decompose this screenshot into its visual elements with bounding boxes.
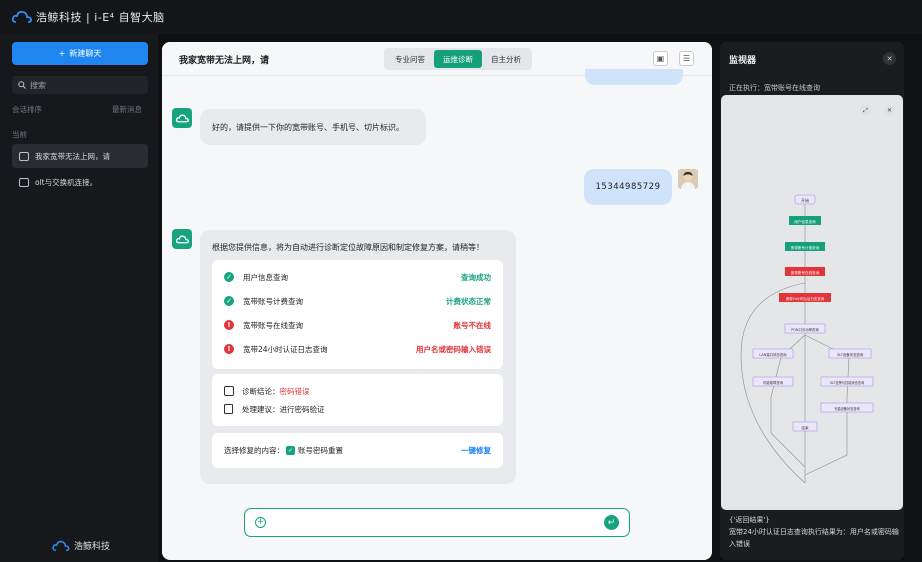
tab-professional-qa[interactable]: 专业问答: [386, 50, 434, 68]
result-text: 宽带24小时认证日志查询执行结果为：用户名或密码输入错误: [729, 528, 899, 548]
bot-avatar: [172, 229, 192, 249]
diagnosis-intro: 根据您提供信息，将为自动进行诊断定位故障原因和制定修复方案，请稍等！: [212, 243, 484, 252]
flow-node-label: PON口光功率查询: [791, 327, 819, 332]
bot-message: 好的，请提供一下你的宽带账号、手机号、切片标识。: [200, 109, 426, 145]
message-input[interactable]: + ↵: [244, 508, 630, 537]
chat-bubble-icon: [19, 177, 29, 187]
check-row: ✓ 用户信息查询 查询成功: [224, 270, 491, 284]
workflow-diagram: 开始 用户信息查询 宽带账号计费查询 宽带账号在线查询 宽带24小时认证日志查询…: [740, 194, 874, 484]
expand-icon[interactable]: ⤢: [860, 105, 871, 116]
check-success-icon: ✓: [224, 272, 234, 282]
flow-node-label: 结束: [801, 425, 809, 430]
check-row: ! 宽带24小时认证日志查询 用户名或密码输入错误: [224, 342, 491, 356]
one-click-repair-button[interactable]: 一键修复: [461, 445, 491, 456]
sort-row: 会话排序 最新消息: [12, 104, 142, 115]
search-placeholder: 搜索: [30, 80, 46, 90]
check-error-icon: !: [224, 320, 234, 330]
close-icon[interactable]: ✕: [884, 105, 895, 116]
plus-icon: +: [58, 49, 66, 58]
tab-self-analysis[interactable]: 自主分析: [482, 50, 530, 68]
check-row: ✓ 宽带账号计费查询 计费状态正常: [224, 294, 491, 308]
top-bar: 浩鲸科技 | i-E⁴ 自智大脑: [0, 0, 922, 34]
conversation-title: olt与交换机连接。: [35, 177, 98, 187]
person-avatar-icon: [678, 169, 698, 189]
repair-card: 选择修复的内容： ✓ 账号密码重置 一键修复: [212, 433, 503, 468]
sort-label: 会话排序: [12, 105, 42, 114]
monitor-panel: 监视器 ✕ 正在执行：宽带账号在线查询 ⤢ ✕ 开始 用户信息查询 宽带账号计费…: [720, 42, 904, 560]
conversation-item[interactable]: 我家宽带无法上网，请: [12, 144, 148, 168]
cloud-icon: [175, 114, 189, 122]
user-message: 15344985729: [584, 169, 672, 205]
conclusion-row: 诊断结论： 密码错误: [224, 384, 491, 398]
conversation-item[interactable]: olt与交换机连接。: [12, 170, 148, 194]
check-row: ! 宽带账号在线查询 账号不在线: [224, 318, 491, 332]
repair-checkbox[interactable]: ✓: [286, 445, 295, 455]
repair-row: 选择修复的内容： ✓ 账号密码重置 一键修复: [224, 443, 491, 457]
cloud-logo-icon: [12, 10, 32, 23]
app: 浩鲸科技 | i-E⁴ 自智大脑 + 新建聊天 搜索 会话排序 最新消息 当前 …: [0, 0, 922, 562]
add-attachment-icon[interactable]: +: [255, 517, 266, 528]
sidebar: + 新建聊天 搜索 会话排序 最新消息 当前 我家宽带无法上网，请 olt与交换…: [0, 34, 158, 562]
search-icon: [18, 81, 26, 89]
flow-node-label: 可能故障查询: [763, 380, 784, 385]
suggestion-row: 处理建议：进行密码验证: [224, 402, 491, 416]
user-message-partial: [585, 69, 683, 85]
footer-logo: 浩鲸科技: [52, 539, 110, 552]
flow-node-label: 宽带账号在线查询: [791, 270, 820, 275]
document-icon: [224, 404, 233, 414]
new-chat-label: 新建聊天: [69, 49, 102, 58]
check-success-icon: ✓: [224, 296, 234, 306]
user-avatar: [678, 169, 698, 189]
close-icon[interactable]: ✕: [883, 52, 896, 65]
chat-bubble-icon: [19, 151, 29, 161]
flow-node-label: 用户信息查询: [794, 219, 816, 224]
flow-node-label: OLT告警与性能状态查询: [830, 380, 864, 385]
conclusion-card: 诊断结论： 密码错误 处理建议：进行密码验证: [212, 374, 503, 426]
check-error-icon: !: [224, 344, 234, 354]
monitor-toggle-icon[interactable]: ☰: [679, 51, 694, 66]
chat-panel: 我家宽带无法上网，请 专业问答 运维诊断 自主分析 ▣ ☰ 好的，请提供一下你的…: [162, 42, 712, 560]
bot-avatar: [172, 108, 192, 128]
send-button[interactable]: ↵: [604, 515, 619, 530]
running-status: 正在执行：宽带账号在线查询: [729, 84, 820, 92]
conclusion-value: 密码错误: [279, 386, 310, 396]
conversation-title: 我家宽带无法上网，请: [35, 151, 110, 161]
search-input[interactable]: 搜索: [12, 76, 148, 94]
conclusion-label: 诊断结论：: [242, 386, 280, 396]
check-status: 用户名或密码输入错误: [416, 344, 491, 354]
repair-option-label: 账号密码重置: [298, 445, 343, 455]
check-list-card: ✓ 用户信息查询 查询成功 ✓ 宽带账号计费查询 计费状态正常 ! 宽带账号在线…: [212, 260, 503, 369]
chat-title: 我家宽带无法上网，请: [179, 56, 270, 66]
repair-prompt: 选择修复的内容：: [224, 445, 284, 455]
flowchart-popup: ⤢ ✕ 开始 用户信息查询 宽带账号计费查询 宽带账号在线查询 宽带24小时认证…: [721, 95, 903, 510]
cloud-logo-icon: [52, 540, 70, 551]
check-label: 宽带账号在线查询: [243, 320, 303, 330]
check-status: 账号不在线: [453, 320, 492, 330]
check-label: 宽带24小时认证日志查询: [243, 344, 328, 354]
group-label: 当前: [12, 130, 27, 139]
export-icon[interactable]: ▣: [653, 51, 668, 66]
flow-node-label: 开始: [801, 197, 809, 203]
new-chat-button[interactable]: + 新建聊天: [12, 42, 148, 65]
flow-node-label: OLT设备状态查询: [837, 352, 864, 357]
flow-node-label: 宽带24小时认证日志查询: [786, 296, 825, 301]
check-label: 用户信息查询: [243, 272, 288, 282]
mode-tabs: 专业问答 运维诊断 自主分析: [384, 48, 532, 70]
brand-title: 浩鲸科技 | i-E⁴ 自智大脑: [36, 11, 165, 24]
check-label: 宽带账号计费查询: [243, 296, 303, 306]
flow-node-label: LAN端口状态查询: [759, 352, 787, 357]
diagnosis-message: 根据您提供信息，将为自动进行诊断定位故障原因和制定修复方案，请稍等！ ✓ 用户信…: [200, 230, 516, 484]
flow-node-label: 光猫设备状态查询: [834, 406, 860, 411]
diagnosis-icon: [224, 386, 234, 396]
result-tag: {'返回结果'}: [729, 516, 770, 524]
suggestion-text: 处理建议：进行密码验证: [242, 404, 325, 414]
monitor-title: 监视器: [729, 56, 757, 66]
tab-ops-diagnosis[interactable]: 运维诊断: [434, 50, 482, 68]
check-status: 计费状态正常: [446, 296, 491, 306]
check-status: 查询成功: [461, 272, 491, 282]
flow-node-label: 宽带账号计费查询: [791, 245, 820, 250]
footer-logo-text: 浩鲸科技: [74, 542, 111, 552]
cloud-icon: [175, 235, 189, 243]
sort-dropdown[interactable]: 最新消息: [112, 104, 142, 115]
